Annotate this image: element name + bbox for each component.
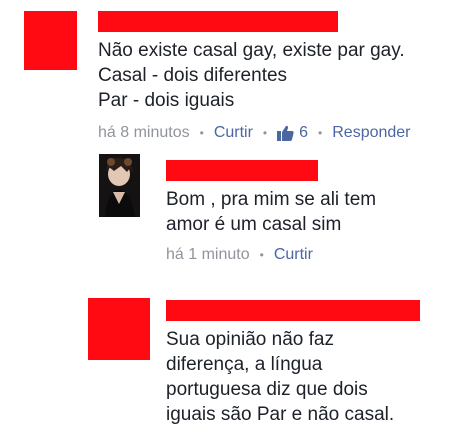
like-button[interactable]: Curtir	[274, 246, 313, 264]
commenter-name-redacted[interactable]	[166, 160, 318, 181]
comment-text-line: portuguesa diz que dois	[166, 379, 368, 400]
comment-text-line: Par - dois iguais	[98, 90, 235, 111]
thumbs-up-icon	[277, 125, 294, 141]
separator-dot: •	[199, 126, 204, 140]
comment-meta: há 1 minuto • Curtir	[166, 246, 313, 264]
comment-text-line: Sua opinião não faz	[166, 329, 334, 350]
comment-text-line: Casal - dois diferentes	[98, 65, 288, 86]
like-count[interactable]: 6	[299, 124, 308, 142]
commenter-name-redacted[interactable]	[166, 300, 420, 321]
comment-text-line: amor é um casal sim	[166, 214, 342, 235]
separator-dot: •	[262, 126, 268, 140]
comment-timestamp: há 8 minutos	[98, 124, 190, 141]
separator-dot: •	[318, 126, 323, 140]
profile-photo-icon	[99, 154, 140, 217]
separator-dot: •	[259, 248, 264, 262]
commenter-avatar-redacted[interactable]	[24, 11, 77, 70]
comment-text-line: Bom , pra mim se ali tem	[166, 189, 377, 210]
comment-timestamp: há 1 minuto	[166, 246, 250, 263]
like-button[interactable]: Curtir	[214, 124, 253, 142]
comment-text-line: Não existe casal gay, existe par gay.	[98, 40, 405, 61]
comment-meta: há 8 minutos • Curtir • 6 • Responder	[98, 124, 411, 142]
commenter-avatar-redacted[interactable]	[88, 298, 150, 360]
comment-text-line: iguais são Par e não casal.	[166, 404, 395, 425]
commenter-name-redacted[interactable]	[98, 11, 338, 32]
reply-button[interactable]: Responder	[332, 124, 410, 142]
commenter-avatar-photo[interactable]	[99, 154, 140, 217]
comment-text-line: diferença, a língua	[166, 354, 323, 375]
